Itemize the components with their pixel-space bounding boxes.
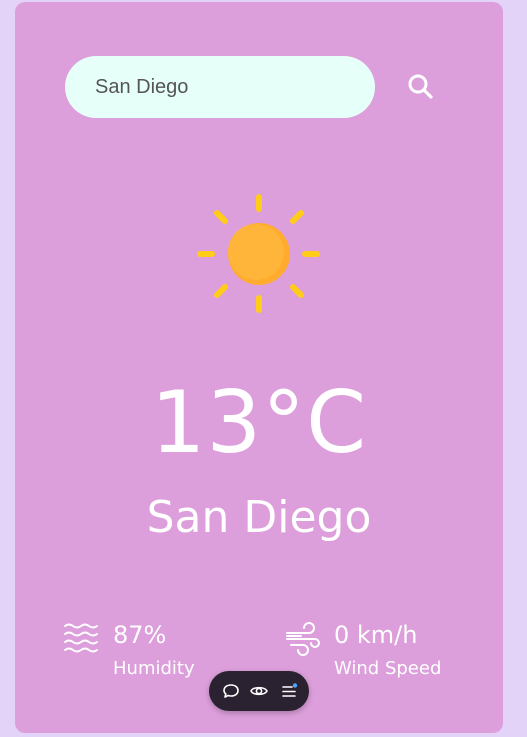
humidity-value: 87% xyxy=(113,621,167,649)
sun-icon xyxy=(197,194,320,313)
comment-button[interactable] xyxy=(221,681,241,701)
search-icon xyxy=(408,74,433,99)
temperature-display: 13°C xyxy=(150,373,368,473)
notification-dot xyxy=(292,683,298,688)
weather-card: 13°C San Diego 87% Humidity 0 km/h Wind … xyxy=(15,2,503,733)
city-search-input[interactable] xyxy=(65,56,375,118)
menu-icon xyxy=(282,683,298,697)
wind-value: 0 km/h xyxy=(334,621,418,649)
preview-button[interactable] xyxy=(249,681,269,701)
menu-button[interactable] xyxy=(279,681,299,701)
humidity-waves-icon xyxy=(64,623,98,653)
humidity-label: Humidity xyxy=(113,658,195,679)
city-name: San Diego xyxy=(146,492,372,543)
search-button[interactable] xyxy=(405,71,437,103)
comment-icon xyxy=(223,684,239,698)
floating-toolbar xyxy=(209,671,309,711)
wind-icon xyxy=(286,622,320,656)
eye-icon xyxy=(250,686,268,696)
wind-label: Wind Speed xyxy=(334,658,442,679)
